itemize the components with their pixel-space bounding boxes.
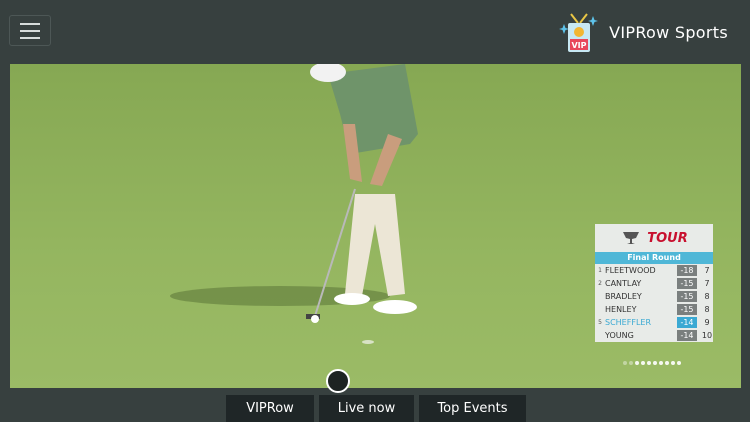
leaderboard-thru: 9 bbox=[704, 318, 710, 327]
round-label: Final Round bbox=[595, 252, 713, 264]
leaderboard-overlay: TOUR Final Round 1 FLEETWOOD -18 7 2 CANTLAY -… bbox=[595, 224, 713, 342]
leaderboard-score: -18 bbox=[677, 265, 697, 276]
bottom-nav: VIPRow Live now Top Events bbox=[226, 395, 526, 422]
tour-championship-logo: TOUR bbox=[595, 224, 713, 252]
leaderboard-score: -15 bbox=[677, 291, 697, 302]
tab-live-now[interactable]: Live now bbox=[319, 395, 414, 422]
leaderboard-row: 1 FLEETWOOD -18 7 bbox=[595, 264, 713, 277]
hamburger-menu-icon bbox=[20, 22, 40, 25]
leaderboard-thru: 8 bbox=[704, 305, 710, 314]
leaderboard-player-name: YOUNG bbox=[605, 331, 634, 340]
vip-tv-logo-icon: VIP bbox=[559, 13, 599, 52]
leaderboard-thru: 10 bbox=[701, 331, 713, 340]
leaderboard-row: 5 SCHEFFLER -14 9 bbox=[595, 316, 713, 329]
brand-name: VIPRow Sports bbox=[609, 22, 728, 42]
leaderboard-row: HENLEY -15 8 bbox=[595, 303, 713, 316]
menu-button[interactable] bbox=[9, 15, 51, 46]
trophy-icon bbox=[623, 232, 640, 244]
leaderboard-player-name: SCHEFFLER bbox=[605, 318, 652, 327]
tab-top-events[interactable]: Top Events bbox=[419, 395, 526, 422]
brand[interactable]: VIP VIPRow Sports bbox=[557, 10, 728, 54]
leaderboard-row: BRADLEY -15 8 bbox=[595, 290, 713, 303]
leaderboard-thru: 7 bbox=[704, 266, 710, 275]
leaderboard-rows: 1 FLEETWOOD -18 7 2 CANTLAY -15 7 BRADLEY -15 8 HEN… bbox=[595, 264, 713, 342]
leaderboard-thru: 7 bbox=[704, 279, 710, 288]
carousel-dots bbox=[623, 361, 681, 365]
leaderboard-player-name: FLEETWOOD bbox=[605, 266, 656, 275]
leaderboard-position: 5 bbox=[598, 319, 602, 326]
video-progress-handle[interactable] bbox=[326, 369, 350, 393]
leaderboard-position: 1 bbox=[598, 267, 602, 274]
tab-viprow[interactable]: VIPRow bbox=[226, 395, 314, 422]
leaderboard-row: 2 CANTLAY -15 7 bbox=[595, 277, 713, 290]
leaderboard-score: -14 bbox=[677, 330, 697, 341]
leaderboard-score: -14 bbox=[677, 317, 697, 328]
tour-logo-text: TOUR bbox=[647, 230, 688, 246]
leaderboard-player-name: BRADLEY bbox=[605, 292, 642, 301]
leaderboard-player-name: HENLEY bbox=[605, 305, 637, 314]
video-player[interactable]: TOUR Final Round 1 FLEETWOOD -18 7 2 CANTLAY -… bbox=[10, 64, 741, 388]
leaderboard-thru: 8 bbox=[704, 292, 710, 301]
leaderboard-row: YOUNG -14 10 bbox=[595, 329, 713, 342]
svg-text:VIP: VIP bbox=[572, 41, 587, 50]
leaderboard-score: -15 bbox=[677, 278, 697, 289]
leaderboard-score: -15 bbox=[677, 304, 697, 315]
leaderboard-player-name: CANTLAY bbox=[605, 279, 642, 288]
leaderboard-position: 2 bbox=[598, 280, 602, 287]
